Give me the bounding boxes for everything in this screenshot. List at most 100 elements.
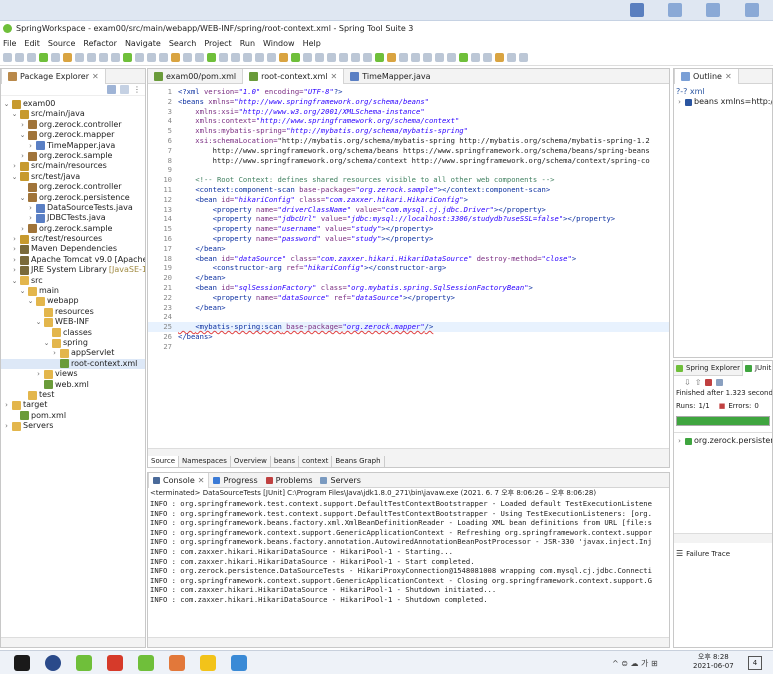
chevron-down-icon[interactable]: ⌄ <box>3 99 10 109</box>
tree-item[interactable]: ⌄ org.zerock.mapper <box>1 130 145 140</box>
next-failure-icon[interactable]: ⇩ <box>684 378 691 387</box>
horizontal-scrollbar[interactable] <box>1 637 145 647</box>
tab-editor-page[interactable]: Overview <box>231 456 271 467</box>
code-line[interactable]: 17 </bean> <box>148 244 669 254</box>
chevron-right-icon[interactable]: › <box>35 369 42 379</box>
tree-item[interactable]: ⌄ main <box>1 286 145 296</box>
chevron-right-icon[interactable]: › <box>19 151 26 161</box>
menu-edit[interactable]: Edit <box>24 39 40 48</box>
toolbar-button-icon[interactable] <box>51 53 60 62</box>
chevron-down-icon[interactable]: ⌄ <box>19 286 26 296</box>
code-line[interactable]: 8 http://www.springframework.org/schema/… <box>148 156 669 166</box>
chevron-right-icon[interactable]: › <box>27 141 34 151</box>
tree-item[interactable]: ⌄ org.zerock.persistence <box>1 193 145 203</box>
toolbar-button-icon[interactable] <box>159 53 168 62</box>
spring-icon[interactable] <box>76 655 92 671</box>
tree-item[interactable]: › TimeMapper.java <box>1 141 145 151</box>
toolbar-button-icon[interactable] <box>27 53 36 62</box>
chevron-right-icon[interactable]: › <box>3 421 10 431</box>
tree-item[interactable]: › DataSourceTests.java <box>1 203 145 213</box>
outline-item[interactable]: › beans xmlns=http://w <box>676 97 772 107</box>
chevron-down-icon[interactable]: ⌄ <box>11 109 18 119</box>
junit-horizontal-scrollbar[interactable] <box>674 533 772 543</box>
tree-item[interactable]: › src/test/resources <box>1 234 145 244</box>
tab-spring-explorer[interactable]: Spring Explorer <box>674 361 742 376</box>
toolbar-button-icon[interactable] <box>399 53 408 62</box>
tab-progress[interactable]: Progress <box>209 473 261 488</box>
toolbar-button-icon[interactable] <box>87 53 96 62</box>
ime-indicator[interactable]: 가 <box>641 659 648 668</box>
toolbar-button-icon[interactable] <box>303 53 312 62</box>
menu-refactor[interactable]: Refactor <box>83 39 117 48</box>
tree-item[interactable]: › Maven Dependencies <box>1 244 145 255</box>
toolbar-button-icon[interactable] <box>519 53 528 62</box>
notification-center-button[interactable]: 4 <box>748 656 762 670</box>
start-icon[interactable] <box>14 655 30 671</box>
code-line[interactable]: 26 </beans> <box>148 332 669 342</box>
code-line[interactable]: 7 http://www.springframework.org/schema/… <box>148 146 669 156</box>
show-failures-icon[interactable] <box>705 378 713 386</box>
tree-item[interactable]: ⌄ webapp <box>1 296 145 307</box>
toolbar-button-icon[interactable] <box>135 53 144 62</box>
tree-item[interactable]: ⌄ src/test/java <box>1 172 145 182</box>
previous-failure-icon[interactable]: ⇧ <box>695 378 702 387</box>
toolbar-button-icon[interactable] <box>267 53 276 62</box>
code-line[interactable]: 18 <bean id="dataSource" class="com.zaxx… <box>148 254 669 264</box>
code-line[interactable]: 13 <property name="driverClassName" valu… <box>148 205 669 215</box>
toolbar-button-icon[interactable] <box>231 53 240 62</box>
tree-item[interactable]: classes <box>1 328 145 338</box>
toolbar-button-icon[interactable] <box>183 53 192 62</box>
tab-editor-page[interactable]: Beans Graph <box>332 456 385 467</box>
toolbar-button-icon[interactable] <box>219 53 228 62</box>
toolbar-button-icon[interactable] <box>327 53 336 62</box>
tree-item[interactable]: › appServlet <box>1 348 145 359</box>
code-line[interactable]: 4 xmlns:context="http://www.springframew… <box>148 116 669 126</box>
close-icon[interactable]: ✕ <box>331 69 338 84</box>
code-line[interactable]: 9 <box>148 165 669 175</box>
chevron-right-icon[interactable]: › <box>19 224 26 234</box>
toolbar-button-icon[interactable] <box>387 53 396 62</box>
code-line[interactable]: 10 <!-- Root Context: defines shared res… <box>148 175 669 185</box>
chat-icon[interactable] <box>200 655 216 671</box>
chevron-down-icon[interactable]: ⌄ <box>35 317 42 327</box>
menu-help[interactable]: Help <box>303 39 321 48</box>
toolbar-button-icon[interactable] <box>315 53 324 62</box>
chevron-right-icon[interactable]: › <box>11 265 18 275</box>
outline-item[interactable]: ?-? xml <box>676 87 770 97</box>
toolbar-button-icon[interactable] <box>375 53 384 62</box>
toolbar-button-icon[interactable] <box>447 53 456 62</box>
code-line[interactable]: 25 <mybatis-spring:scan base-package="or… <box>148 322 669 332</box>
code-line[interactable]: 22 <property name="dataSource" ref="data… <box>148 293 669 303</box>
code-line[interactable]: 19 <constructor-arg ref="hikariConfig"><… <box>148 263 669 273</box>
tree-item[interactable]: web.xml <box>1 380 145 390</box>
toolbar-button-icon[interactable] <box>111 53 120 62</box>
chevron-right-icon[interactable]: › <box>27 213 34 223</box>
sts-icon[interactable] <box>138 655 154 671</box>
toolbar-button-icon[interactable] <box>75 53 84 62</box>
toolbar-button-icon[interactable] <box>363 53 372 62</box>
chevron-right-icon[interactable]: › <box>11 234 18 244</box>
acrobat-icon[interactable] <box>107 655 123 671</box>
code-line[interactable]: 27 <box>148 342 669 352</box>
chevron-down-icon[interactable]: ⌄ <box>43 338 50 348</box>
console-output[interactable]: INFO : org.springframework.test.context.… <box>148 499 669 605</box>
history-icon[interactable] <box>716 378 724 386</box>
tree-item[interactable]: ⌄ src/main/java <box>1 109 145 120</box>
toolbar-button-icon[interactable] <box>123 53 132 62</box>
tree-item[interactable]: › views <box>1 369 145 379</box>
code-line[interactable]: 2 <beans xmlns="http://www.springframewor… <box>148 97 669 107</box>
tree-item[interactable]: pom.xml <box>1 411 145 421</box>
toolbar-button-icon[interactable] <box>99 53 108 62</box>
toolbar-button-icon[interactable] <box>147 53 156 62</box>
chevron-right-icon[interactable]: › <box>11 244 18 254</box>
browser-icon[interactable] <box>45 655 61 671</box>
tree-item[interactable]: › org.zerock.sample <box>1 224 145 234</box>
tab-servers[interactable]: Servers <box>316 473 364 488</box>
code-area[interactable]: 1 <?xml version="1.0" encoding="UTF-8"?> 2… <box>148 84 669 352</box>
toolbar-button-icon[interactable] <box>3 53 12 62</box>
tree-item[interactable]: › org.zerock.controller <box>1 120 145 130</box>
code-line[interactable]: 14 <property name="jdbcUrl" value="jdbc:… <box>148 214 669 224</box>
tree-item[interactable]: resources <box>1 307 145 317</box>
tab-package-explorer[interactable]: Package Explorer ✕ <box>1 69 106 84</box>
toolbar-button-icon[interactable] <box>171 53 180 62</box>
